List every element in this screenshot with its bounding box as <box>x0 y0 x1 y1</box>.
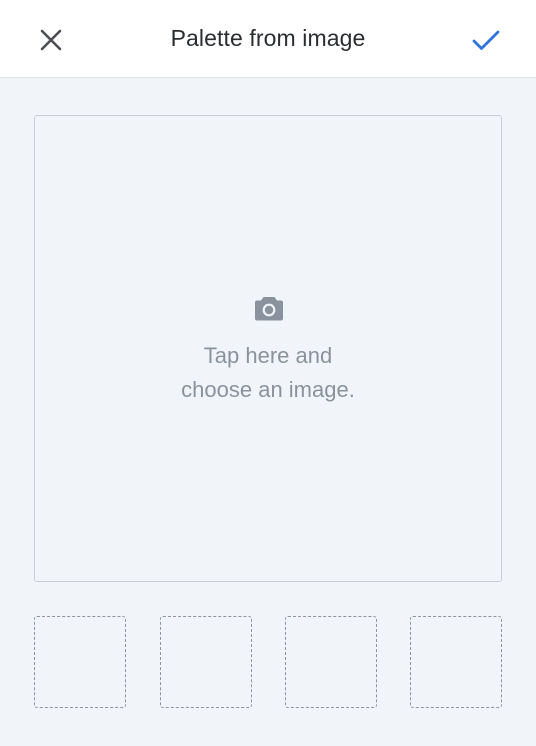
camera-icon <box>255 297 283 321</box>
drop-zone-text-line2: choose an image. <box>181 377 355 402</box>
top-bar: Palette from image <box>0 0 536 78</box>
image-drop-zone[interactable]: Tap here and choose an image. <box>34 115 502 582</box>
color-swatch-1[interactable] <box>34 616 126 708</box>
main-content: Tap here and choose an image. <box>0 78 536 746</box>
confirm-button[interactable] <box>464 20 508 60</box>
drop-zone-instructions: Tap here and choose an image. <box>35 339 501 407</box>
color-swatch-3[interactable] <box>285 616 377 708</box>
page-title: Palette from image <box>170 25 366 51</box>
close-button[interactable] <box>30 20 72 60</box>
drop-zone-text-line1: Tap here and <box>203 343 333 368</box>
checkmark-icon <box>472 30 500 50</box>
close-icon <box>40 29 62 51</box>
color-swatch-4[interactable] <box>410 616 502 708</box>
color-swatch-2[interactable] <box>160 616 252 708</box>
